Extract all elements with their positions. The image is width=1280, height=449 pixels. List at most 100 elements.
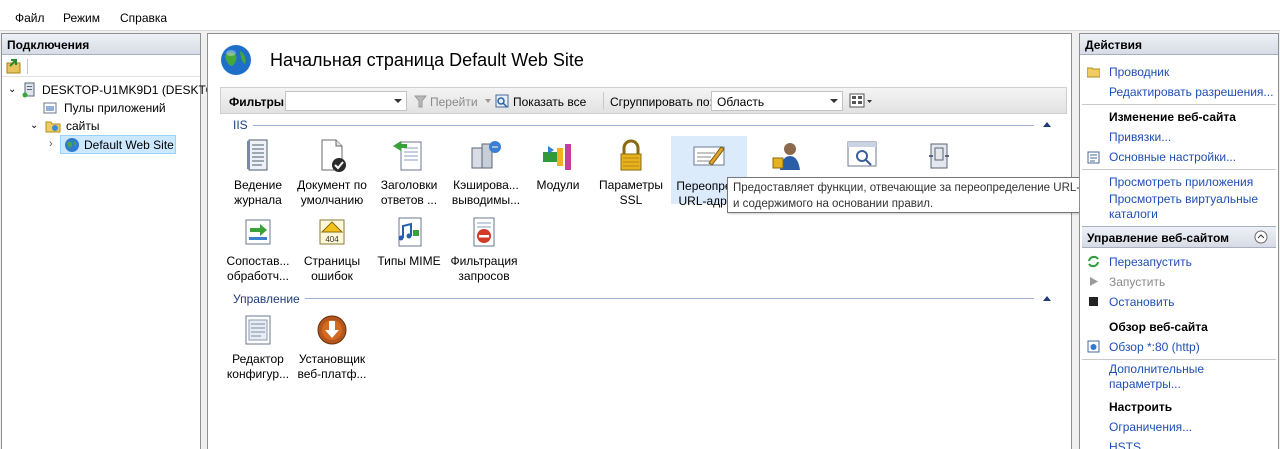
show-all-button[interactable]: Показать все (513, 95, 586, 109)
action-stop[interactable]: Остановить (1109, 295, 1175, 309)
mime-types-icon (398, 217, 422, 247)
feature-label: Фильтрация запросов (450, 254, 518, 283)
feature-label: Параметры SSL (599, 178, 663, 207)
group-management-header: Управление (233, 292, 300, 306)
action-limits[interactable]: Ограничения... (1109, 420, 1192, 434)
menu-file[interactable]: Файл (15, 11, 45, 25)
chevron-down-icon[interactable] (830, 99, 838, 103)
action-advanced-settings[interactable]: Дополнительные (1109, 362, 1204, 376)
action-browse[interactable]: Обзор *:80 (http) (1109, 340, 1200, 354)
feature-request-filtering[interactable]: Фильтрация запросов (446, 214, 522, 284)
group-iis-line (253, 125, 1034, 126)
app-pools-icon (43, 102, 57, 114)
filter-divider (603, 92, 604, 110)
tree-default-web-site[interactable]: Default Web Site (60, 135, 176, 154)
connect-icon[interactable] (6, 59, 22, 74)
filter-input[interactable] (285, 91, 407, 111)
directory-browsing-icon (847, 141, 877, 167)
connections-panel: Подключения ⌄ DESKTOP-U1MK9D1 (DESKTO Пу… (1, 33, 215, 449)
feature-error-pages[interactable]: 404 Страницы ошибок (294, 214, 370, 284)
feature-handler-mappings[interactable]: Сопостав... обработч... (220, 214, 296, 284)
action-edit-permissions[interactable]: Редактировать разрешения... (1109, 85, 1273, 99)
start-icon (1090, 277, 1098, 286)
feature-modules[interactable]: Модули (520, 138, 596, 193)
edit-site-heading: Изменение веб-сайта (1109, 110, 1236, 124)
feature-label: Ведение журнала (233, 178, 283, 207)
actions-divider (1082, 104, 1276, 105)
feature-authentication[interactable] (748, 138, 824, 178)
tree-sites-label: сайты (66, 119, 100, 133)
connections-title: Подключения (2, 34, 200, 55)
view-mode-icon[interactable] (849, 93, 873, 109)
action-advanced-settings-line2[interactable]: параметры... (1109, 377, 1181, 391)
configure-heading: Настроить (1109, 400, 1173, 414)
action-basic-settings[interactable]: Основные настройки... (1109, 150, 1236, 164)
web-platform-installer-icon (317, 315, 347, 345)
output-caching-icon (471, 141, 501, 169)
error-pages-icon: 404 (319, 219, 345, 245)
feature-http-response-headers[interactable]: Заголовки ответов ... (371, 138, 447, 208)
feature-logging[interactable]: Ведение журнала (220, 138, 296, 208)
collapse-iis-icon[interactable] (1043, 122, 1051, 127)
chevron-down-icon[interactable] (485, 99, 491, 103)
collapse-icon[interactable] (1254, 230, 1268, 244)
page-title: Начальная страница Default Web Site (270, 50, 584, 70)
authentication-icon (772, 143, 800, 170)
feature-directory-browsing[interactable] (824, 138, 900, 178)
feature-output-caching[interactable]: Кэширова... выводимы... (448, 138, 524, 208)
connections-toolbar (2, 56, 200, 77)
group-by-label: Сгруппировать по: (610, 95, 713, 109)
settings-icon (1087, 151, 1100, 164)
actions-divider (1082, 169, 1276, 170)
filter-funnel-icon (414, 95, 427, 108)
log-icon (247, 139, 268, 171)
action-start[interactable]: Запустить (1109, 275, 1165, 289)
action-hsts[interactable]: HSTS... (1109, 440, 1151, 449)
feature-mime-types[interactable]: Типы MIME (371, 214, 447, 269)
action-restart[interactable]: Перезапустить (1109, 255, 1192, 269)
browse-icon (1087, 340, 1100, 353)
chevron-down-icon[interactable]: ⌄ (30, 117, 38, 135)
menu-view[interactable]: Режим (63, 11, 100, 25)
site-globe-icon (221, 45, 251, 75)
chevron-down-icon[interactable]: ⌄ (8, 81, 16, 99)
tree-server-label: DESKTOP-U1MK9D1 (DESKTO (42, 83, 215, 97)
manage-site-header[interactable]: Управление веб-сайтом (1082, 226, 1276, 248)
filter-bar: Фильтры: Перейти Показать все Сгруппиров… (220, 87, 1067, 114)
actions-title: Действия (1080, 34, 1278, 55)
feature-compression[interactable] (901, 138, 977, 178)
collapse-management-icon[interactable] (1043, 296, 1051, 301)
action-view-vdirs-line2[interactable]: каталоги (1109, 207, 1158, 221)
action-bindings[interactable]: Привязки... (1109, 130, 1171, 144)
compression-icon (929, 143, 949, 169)
action-explore[interactable]: Проводник (1109, 65, 1169, 79)
feature-label: Документ по умолчанию (297, 178, 367, 207)
feature-label: Кэширова... выводимы... (451, 178, 521, 207)
feature-label: Сопостав... обработч... (226, 254, 290, 283)
sites-folder-icon (45, 121, 61, 133)
menu-help[interactable]: Справка (120, 11, 167, 25)
group-iis-header: IIS (233, 118, 248, 132)
group-by-select[interactable]: Область (711, 91, 843, 111)
chevron-right-icon[interactable]: › (49, 138, 53, 150)
tree-server[interactable]: ⌄ DESKTOP-U1MK9D1 (DESKTO (8, 81, 215, 99)
action-view-vdirs[interactable]: Просмотреть виртуальные (1109, 192, 1258, 206)
feature-web-platform-installer[interactable]: Установщик веб-платф... (294, 312, 370, 382)
browse-site-heading: Обзор веб-сайта (1109, 320, 1208, 334)
actions-divider (1082, 359, 1276, 360)
feature-default-document[interactable]: Документ по умолчанию (294, 138, 370, 208)
tree-app-pools-label: Пулы приложений (64, 101, 166, 115)
tree-site-label: Default Web Site (84, 138, 174, 152)
explore-icon (1087, 67, 1100, 78)
chevron-down-icon[interactable] (394, 99, 402, 103)
go-button[interactable]: Перейти (430, 95, 478, 109)
feature-ssl-settings[interactable]: Параметры SSL (593, 138, 669, 208)
group-by-value: Область (717, 95, 765, 109)
feature-config-editor[interactable]: Редактор конфигур... (220, 312, 296, 382)
filter-label: Фильтры: (229, 95, 289, 109)
tooltip-line-2: и содержимого на основании правил. (733, 198, 934, 210)
globe-icon (65, 138, 79, 152)
response-headers-icon (393, 141, 422, 171)
action-view-applications[interactable]: Просмотреть приложения (1109, 175, 1253, 189)
tooltip-line-1: Предоставляет функции, отвечающие за пер… (733, 182, 1125, 194)
